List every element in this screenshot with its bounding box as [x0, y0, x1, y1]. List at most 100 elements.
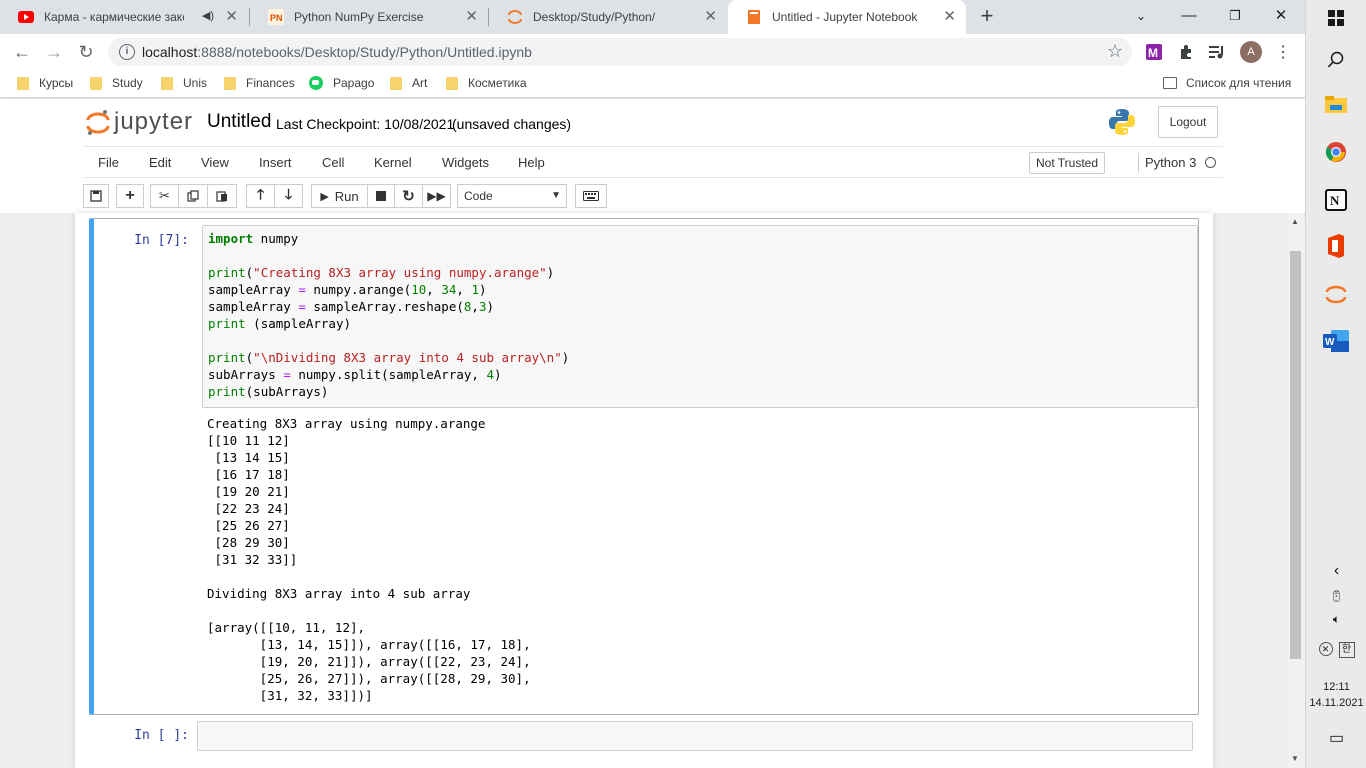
command-palette-button[interactable] — [575, 184, 607, 208]
move-down-button[interactable]: 🡓 — [274, 184, 303, 208]
kernel-name[interactable]: Python 3 — [1145, 155, 1196, 170]
logout-button[interactable]: Logout — [1158, 106, 1218, 138]
notebook-icon — [746, 9, 762, 25]
menu-file[interactable]: File — [98, 155, 119, 170]
tab-untitled-notebook[interactable]: Untitled - Jupyter Notebook ✕ — [728, 0, 966, 34]
run-button[interactable]: ▶ Run — [311, 184, 368, 208]
page-scrollbar[interactable]: ▲ ▼ — [1287, 213, 1304, 768]
empty-code-editor[interactable] — [197, 721, 1193, 751]
profile-avatar[interactable]: A — [1240, 41, 1262, 63]
restart-kernel-button[interactable]: ↻ — [394, 184, 423, 208]
last-checkpoint: Last Checkpoint: 10/08/2021 — [276, 116, 455, 132]
close-tab-icon[interactable]: ✕ — [704, 9, 717, 25]
reload-button[interactable]: ↻ — [74, 41, 98, 63]
taskbar-file-explorer[interactable] — [1322, 91, 1350, 119]
menu-view[interactable]: View — [201, 155, 229, 170]
bookmark-kursy[interactable]: Курсы — [17, 76, 73, 90]
extension-m-icon[interactable]: M — [1144, 42, 1164, 62]
bookmark-art[interactable]: Art — [390, 76, 427, 90]
chevron-down-icon: ▼ — [551, 190, 561, 201]
menu-kernel[interactable]: Kernel — [374, 155, 412, 170]
copy-button[interactable] — [178, 184, 208, 208]
extensions-puzzle-icon[interactable] — [1176, 42, 1196, 62]
scroll-down-icon[interactable]: ▼ — [1291, 754, 1299, 763]
close-tab-icon[interactable]: ✕ — [465, 9, 478, 25]
forward-button[interactable]: → — [42, 41, 66, 63]
notebook-name[interactable]: Untitled — [207, 111, 271, 133]
taskbar-jupyter[interactable] — [1322, 280, 1350, 308]
reading-list-button[interactable]: Список для чтения — [1163, 76, 1291, 90]
code-editor[interactable]: import numpy print("Creating 8X3 array u… — [202, 225, 1198, 408]
menu-cell[interactable]: Cell — [322, 155, 344, 170]
jupyter-header: jupyter Untitled Last Checkpoint: 10/08/… — [0, 99, 1305, 213]
tab-search-chevron-icon[interactable]: ⌄ — [1118, 0, 1164, 34]
code-source[interactable]: import numpy print("Creating 8X3 array u… — [203, 226, 1197, 404]
youtube-icon — [18, 9, 34, 25]
browser-toolbar: ← → ↻ i localhost:8888/notebooks/Desktop… — [0, 34, 1305, 70]
arrow-down-icon: 🡓 — [284, 186, 293, 202]
restart-run-all-button[interactable]: ▶▶ — [422, 184, 451, 208]
taskbar-notion[interactable]: N — [1322, 186, 1350, 214]
cut-button[interactable]: ✂ — [150, 184, 179, 208]
tab-youtube[interactable]: Карма - кармические закон ◀) ✕ — [0, 0, 248, 34]
paste-icon — [216, 191, 227, 202]
korean-input-icon[interactable]: 한 — [1338, 642, 1355, 658]
back-button[interactable]: ← — [10, 41, 34, 63]
arrow-up-icon: 🡑 — [256, 186, 265, 202]
notebook-page: In [7]: import numpy print("Creating 8X3… — [75, 213, 1213, 768]
cell-output: Creating 8X3 array using numpy.arange [[… — [207, 416, 531, 703]
site-info-icon[interactable]: i — [119, 44, 135, 60]
scroll-up-icon[interactable]: ▲ — [1291, 217, 1299, 226]
taskbar-word[interactable]: W — [1322, 327, 1350, 355]
bookmark-study[interactable]: Study — [90, 76, 143, 90]
notifications-icon[interactable]: ▭ — [1306, 728, 1366, 748]
tab-pynative[interactable]: PN Python NumPy Exercise ✕ — [250, 0, 488, 34]
scrollbar-thumb[interactable] — [1290, 251, 1301, 659]
cell-type-select[interactable]: Code ▼ — [457, 184, 567, 208]
minimize-button[interactable]: — — [1166, 0, 1212, 34]
kebab-menu-icon[interactable]: ⋮ — [1273, 42, 1293, 62]
interrupt-button[interactable] — [367, 184, 395, 208]
insert-cell-button[interactable]: + — [116, 184, 144, 208]
not-trusted-button[interactable]: Not Trusted — [1029, 152, 1106, 174]
menu-insert[interactable]: Insert — [259, 155, 292, 170]
network-battery-icon[interactable]: 🔋︎ — [1306, 590, 1366, 603]
folder-icon — [224, 76, 236, 90]
input-method-icon[interactable]: ✕ — [1318, 642, 1333, 656]
search-button[interactable] — [1322, 46, 1350, 74]
move-up-button[interactable]: 🡑 — [246, 184, 275, 208]
taskbar-chrome[interactable] — [1322, 138, 1350, 166]
close-tab-icon[interactable]: ✕ — [225, 9, 238, 25]
folder-icon — [17, 76, 29, 90]
language-tray[interactable]: ✕ 한 — [1306, 640, 1366, 658]
menu-widgets[interactable]: Widgets — [442, 155, 489, 170]
keyboard-icon — [583, 191, 599, 201]
save-button[interactable] — [83, 184, 109, 208]
jupyter-logo[interactable]: jupyter — [86, 108, 193, 136]
paste-button[interactable] — [207, 184, 237, 208]
tab-jupyter-tree[interactable]: Desktop/Study/Python/ ✕ — [489, 0, 727, 34]
menu-edit[interactable]: Edit — [149, 155, 171, 170]
start-button[interactable] — [1322, 4, 1350, 32]
system-clock[interactable]: 12:11 14.11.2021 — [1306, 679, 1366, 711]
taskbar-office[interactable] — [1322, 232, 1350, 260]
close-window-button[interactable]: ✕ — [1258, 0, 1304, 34]
bookmark-star-icon[interactable]: ☆ — [1107, 41, 1123, 62]
new-tab-button[interactable]: + — [976, 5, 998, 29]
menu-help[interactable]: Help — [518, 155, 545, 170]
svg-text:N: N — [1330, 193, 1340, 208]
bookmark-finances[interactable]: Finances — [224, 76, 295, 90]
bookmark-kosmetika[interactable]: Косметика — [446, 76, 527, 90]
show-hidden-icons-chevron-icon[interactable]: ‹ — [1306, 562, 1366, 580]
close-tab-icon[interactable]: ✕ — [943, 9, 956, 25]
bookmark-papago[interactable]: Papago — [309, 76, 374, 90]
office-icon — [1328, 234, 1344, 258]
address-bar[interactable]: i localhost:8888/notebooks/Desktop/Study… — [108, 38, 1132, 66]
url-text[interactable]: localhost:8888/notebooks/Desktop/Study/P… — [142, 44, 532, 60]
code-cell-selected[interactable]: In [7]: import numpy print("Creating 8X3… — [89, 218, 1199, 715]
restore-button[interactable]: ❐ — [1212, 0, 1258, 34]
media-control-icon[interactable] — [1207, 42, 1227, 62]
speaker-muted-icon[interactable]: ◀) — [202, 9, 214, 22]
bookmark-unis[interactable]: Unis — [161, 76, 207, 90]
volume-icon[interactable]: 🔈︎ — [1306, 612, 1366, 627]
